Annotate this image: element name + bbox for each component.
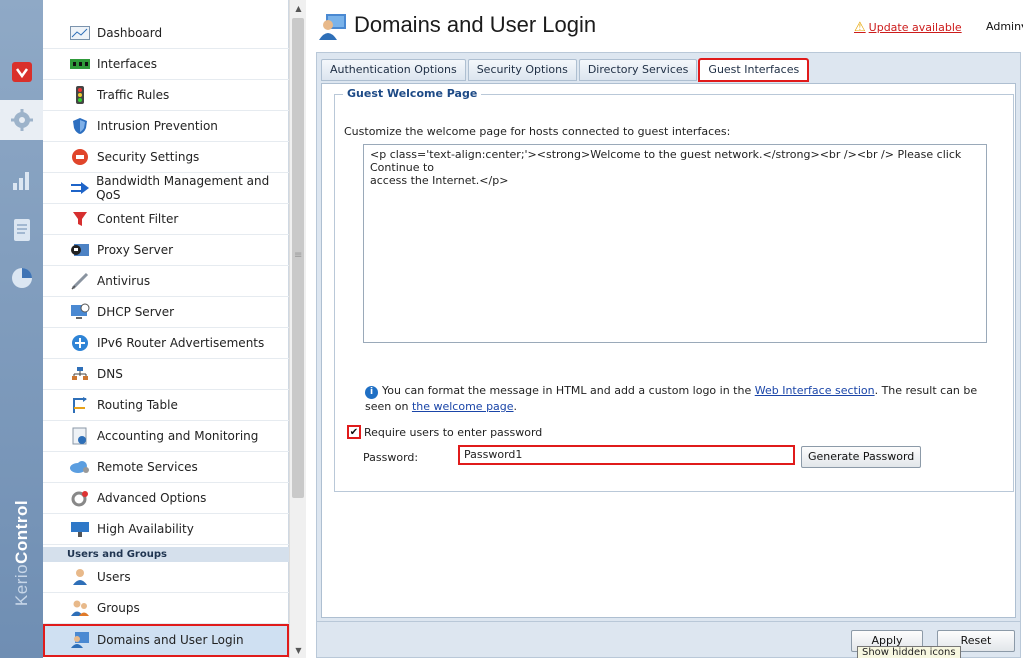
- rail-configuration-item[interactable]: [0, 100, 43, 140]
- pie-chart-icon: [11, 268, 32, 288]
- admin-label: Admin: [986, 20, 1022, 33]
- sidebar-item-advanced-options[interactable]: Advanced Options: [43, 483, 289, 514]
- generate-password-button[interactable]: Generate Password: [801, 446, 922, 468]
- sidebar-item-dashboard[interactable]: Dashboard: [43, 18, 289, 49]
- rail-statistics-item[interactable]: [0, 160, 43, 200]
- main-content: Domains and User Login ⚠ Update availabl…: [306, 0, 1023, 658]
- group-icon: [69, 599, 91, 617]
- accounting-icon: [69, 427, 91, 445]
- page-title: Domains and User Login: [354, 12, 597, 37]
- bandwidth-icon: [69, 179, 90, 197]
- stop-icon: [69, 148, 91, 166]
- tab-guest-interfaces[interactable]: Guest Interfaces: [698, 58, 810, 82]
- sidebar-item-dhcp-server[interactable]: DHCP Server: [43, 297, 289, 328]
- sidebar-item-users[interactable]: Users: [43, 562, 289, 593]
- welcome-html-line: <p class='text-align:center;'><strong>We…: [370, 148, 962, 174]
- sidebar-item-routing-table[interactable]: Routing Table: [43, 390, 289, 421]
- info-text: .: [513, 400, 518, 413]
- dashboard-icon: [69, 24, 91, 42]
- welcome-page-link[interactable]: the welcome page: [412, 400, 514, 413]
- icon-rail: KerioControl: [0, 0, 43, 658]
- show-hidden-icons-tooltip: Show hidden icons: [857, 646, 961, 658]
- settings-panel: Authentication Options Security Options …: [316, 52, 1021, 622]
- sidebar-item-traffic-rules[interactable]: Traffic Rules: [43, 80, 289, 111]
- domain-user-icon: [318, 12, 348, 40]
- welcome-page-description: Customize the welcome page for hosts con…: [344, 125, 731, 138]
- tab-directory-services[interactable]: Directory Services: [578, 59, 698, 81]
- funnel-icon: [69, 210, 91, 228]
- web-interface-section-link[interactable]: Web Interface section: [755, 384, 875, 397]
- interfaces-icon: [69, 55, 91, 73]
- sidebar-item-remote-services[interactable]: Remote Services: [43, 452, 289, 483]
- scroll-down-icon[interactable]: ▼: [290, 644, 307, 658]
- update-available-label: Update available: [868, 21, 962, 34]
- sidebar-item-high-availability[interactable]: High Availability: [43, 514, 289, 545]
- routing-icon: [69, 396, 91, 414]
- brand-logo: KerioControl: [12, 499, 31, 607]
- sidebar-item-accounting[interactable]: Accounting and Monitoring: [43, 421, 289, 452]
- info-icon: i: [365, 386, 378, 399]
- app-window: KerioControl Dashboard Interfaces Traffi…: [0, 0, 1023, 658]
- dns-icon: [69, 365, 91, 383]
- rail-status-item[interactable]: [0, 258, 43, 298]
- require-password-checkbox[interactable]: ✔: [347, 425, 361, 439]
- dhcp-icon: [69, 303, 91, 321]
- sidebar: Dashboard Interfaces Traffic Rules Intru…: [43, 0, 289, 658]
- page-header: Domains and User Login ⚠ Update availabl…: [306, 0, 1023, 52]
- tab-security-options[interactable]: Security Options: [467, 59, 577, 81]
- sidebar-item-bandwidth[interactable]: Bandwidth Management and QoS: [43, 173, 289, 204]
- update-available-link[interactable]: ⚠ Update available: [854, 20, 962, 35]
- sidebar-item-security-settings[interactable]: Security Settings: [43, 142, 289, 173]
- require-password-label: Require users to enter password: [364, 425, 543, 439]
- sidebar-item-antivirus[interactable]: Antivirus: [43, 266, 289, 297]
- tab-bar: Authentication Options Security Options …: [321, 58, 810, 83]
- sidebar-item-ipv6-router[interactable]: IPv6 Router Advertisements: [43, 328, 289, 359]
- shield-icon: [69, 117, 91, 135]
- sidebar-item-dns[interactable]: DNS: [43, 359, 289, 390]
- shield-down-icon: [11, 62, 32, 82]
- scroll-up-icon[interactable]: ▲: [290, 2, 307, 16]
- sidebar-scrollbar[interactable]: ▲ ≡ ▼: [289, 0, 306, 658]
- rail-logs-item[interactable]: [0, 210, 43, 250]
- domain-user-icon: [69, 631, 91, 649]
- sidebar-item-domains-user-login[interactable]: Domains and User Login: [43, 624, 289, 657]
- guest-interfaces-tab-body: Guest Welcome Page Customize the welcome…: [321, 83, 1016, 618]
- gears-icon: [69, 489, 91, 507]
- warning-icon: ⚠: [854, 20, 866, 35]
- sidebar-item-interfaces[interactable]: Interfaces: [43, 49, 289, 80]
- proxy-icon: [69, 241, 91, 259]
- sidebar-item-proxy-server[interactable]: Proxy Server: [43, 235, 289, 266]
- password-field[interactable]: Password1: [458, 445, 795, 465]
- sidebar-item-content-filter[interactable]: Content Filter: [43, 204, 289, 235]
- ipv6-icon: [69, 334, 91, 352]
- sidebar-section-users-groups: Users and Groups: [43, 547, 289, 562]
- password-label: Password:: [363, 451, 419, 464]
- format-info-note: i You can format the message in HTML and …: [365, 383, 985, 415]
- high-availability-icon: [69, 520, 91, 538]
- sidebar-item-groups[interactable]: Groups: [43, 593, 289, 624]
- require-password-row: ✔ Require users to enter password: [347, 425, 542, 439]
- sidebar-item-intrusion-prevention[interactable]: Intrusion Prevention: [43, 111, 289, 142]
- user-icon: [69, 568, 91, 586]
- welcome-html-textarea[interactable]: <p class='text-align:center;'><strong>We…: [363, 144, 987, 343]
- syringe-icon: [69, 272, 91, 290]
- bar-chart-icon: [12, 172, 29, 190]
- guest-welcome-fieldset: Guest Welcome Page Customize the welcome…: [334, 87, 1014, 492]
- rail-firewall-item[interactable]: [0, 52, 43, 92]
- gear-icon: [10, 109, 33, 131]
- cloud-icon: [69, 458, 91, 476]
- admin-menu[interactable]: Admin▾: [986, 20, 1023, 33]
- welcome-html-line: access the Internet.</p>: [370, 174, 509, 187]
- tab-authentication-options[interactable]: Authentication Options: [321, 59, 466, 81]
- document-icon: [13, 219, 30, 241]
- traffic-light-icon: [69, 86, 91, 104]
- splitter-grip-icon[interactable]: ≡: [294, 250, 302, 261]
- fieldset-legend: Guest Welcome Page: [343, 87, 482, 100]
- info-text: You can format the message in HTML and a…: [382, 384, 755, 397]
